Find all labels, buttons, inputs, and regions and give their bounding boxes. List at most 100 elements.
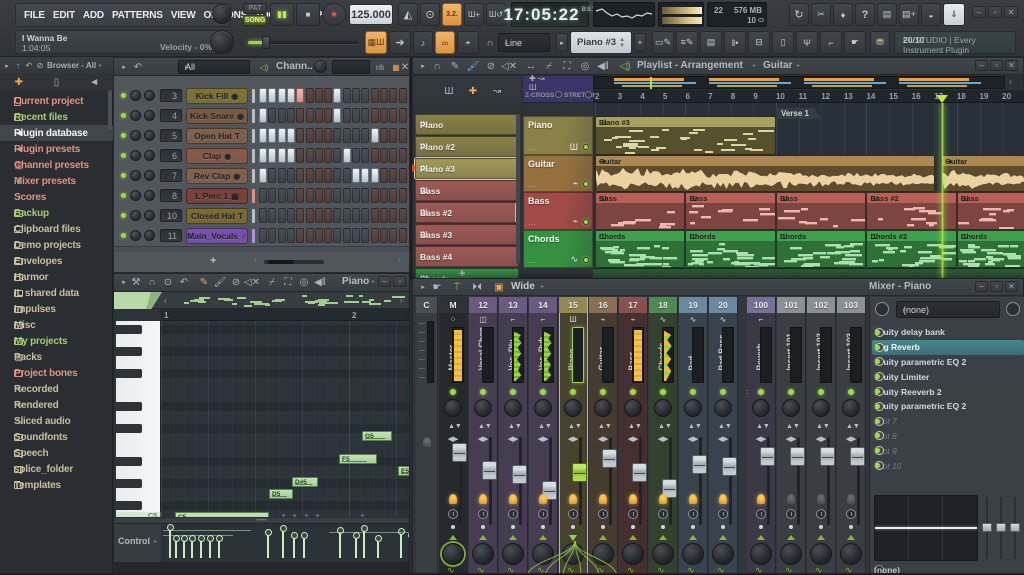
step-13[interactable] (371, 228, 379, 243)
step-5[interactable] (296, 148, 304, 163)
strip-clock-icon[interactable] (786, 509, 796, 519)
control-lane-label[interactable]: Control (118, 536, 150, 546)
browser-item-plugin-presets[interactable]: ◄Plugin presets (0, 141, 108, 157)
fader-track[interactable] (729, 437, 732, 525)
clip-piano-3[interactable]: ШPiano #3 (595, 116, 776, 155)
track-header-bass[interactable]: Bass…⌁ (523, 192, 593, 230)
channel-button[interactable]: Closed HatƬ (186, 208, 248, 224)
step-4[interactable] (287, 148, 295, 163)
fx-slot-5[interactable]: ▶Fruity Reeverb 2 (872, 384, 1024, 399)
shop-button[interactable]: ⛃ (870, 31, 890, 54)
step-12[interactable] (361, 148, 369, 163)
step-16[interactable] (399, 188, 407, 203)
mixer-panel-button[interactable]: ‖• (724, 31, 746, 54)
step-1[interactable] (259, 128, 267, 143)
strip-record-dot[interactable] (601, 525, 605, 529)
note-ds5[interactable]: D#5 (292, 477, 318, 487)
route-arrow[interactable] (719, 535, 727, 540)
step-8[interactable] (324, 228, 332, 243)
track-led[interactable] (583, 219, 589, 225)
step-12[interactable] (361, 228, 369, 243)
playlist-playback-icon[interactable]: ◀‖ (595, 59, 611, 73)
step-10[interactable] (343, 188, 351, 203)
route-arrow[interactable] (847, 535, 855, 540)
timeline-bar-9[interactable]: 9 (753, 92, 757, 101)
wait-for-input-button[interactable]: ⊙ (420, 3, 440, 26)
save-button[interactable]: ▤ (877, 3, 897, 26)
pr-pencil-icon[interactable]: ✎ (196, 275, 212, 289)
step-5[interactable] (296, 88, 304, 103)
pattern-mode-button[interactable]: PAT (243, 3, 267, 14)
velocity-stem[interactable] (339, 531, 341, 558)
step-9[interactable] (333, 88, 341, 103)
step-5[interactable] (296, 228, 304, 243)
note-d5[interactable]: D5 (269, 489, 293, 499)
mixer-minimize-button[interactable]: – (975, 281, 988, 292)
strip-eq-knob[interactable] (654, 399, 672, 417)
post-gain-knob[interactable] (875, 302, 889, 316)
picker-tab-patterns-icon[interactable]: Ш (441, 84, 457, 98)
step-7[interactable] (315, 208, 323, 223)
fx-enable-lamp[interactable] (569, 494, 577, 504)
step-6[interactable] (306, 148, 314, 163)
step-6[interactable] (306, 168, 314, 183)
step-9[interactable] (333, 168, 341, 183)
arrangement-grid[interactable]: Verse 1ШPiano #3⇥Guitar⇥GuitarШBassШBass… (593, 103, 1024, 279)
picker-item-bass-3[interactable]: ШBass #3 (415, 224, 519, 245)
volume-fader[interactable] (452, 443, 467, 462)
playlist-timeline[interactable]: 234567891011121314151617181920 (593, 90, 1024, 103)
strip-number[interactable]: 101 (777, 297, 805, 313)
browser-item-harmor[interactable]: Harmor (0, 269, 108, 285)
browser-item-recent-files[interactable]: Recent files (0, 109, 108, 125)
step-2[interactable] (268, 188, 276, 203)
strip-number[interactable]: 19 (679, 297, 707, 313)
browser-tab-plugins-icon[interactable]: ◄ (86, 75, 102, 89)
stereo-sep-control[interactable]: ▲▼ (478, 423, 488, 430)
browser-item-my-projects[interactable]: My projects (0, 333, 108, 349)
step-12[interactable] (361, 168, 369, 183)
step-6[interactable] (306, 108, 314, 123)
playlist-mute-icon[interactable]: ◁✕ (501, 59, 517, 73)
velocity-stem[interactable] (282, 529, 284, 558)
picker-scrollbar[interactable] (516, 114, 520, 264)
mixer-strip-vocal-chop[interactable]: 12◫Vocal Chop▲▼◀▶∿ (469, 297, 498, 574)
velocity-stem[interactable] (355, 536, 357, 558)
maximize-button[interactable]: ▫ (988, 6, 1002, 18)
menu-item-add[interactable]: ADD (83, 10, 104, 21)
piano-roll-grid[interactable]: G5F5E5D#5D5C5 (161, 321, 409, 517)
strip-clock-icon[interactable] (816, 509, 826, 519)
channel-enable-led[interactable] (121, 193, 126, 198)
step-7[interactable] (315, 228, 323, 243)
step-8[interactable] (324, 88, 332, 103)
step-12[interactable] (361, 208, 369, 223)
step-9[interactable] (333, 228, 341, 243)
strip-number[interactable]: 13 (499, 297, 527, 313)
strip-led[interactable] (510, 389, 516, 395)
browser-item-recorded[interactable]: ∿Recorded (0, 381, 108, 397)
strip-number[interactable]: 12 (469, 297, 497, 313)
browser-item-backup[interactable]: Backup (0, 205, 108, 221)
track-header-guitar[interactable]: Guitar…⌁ (523, 155, 593, 192)
mic-stand-icon-button[interactable]: ⌐ (820, 31, 842, 54)
volume-fader[interactable] (820, 447, 835, 466)
pr-undo-icon[interactable]: ↶ (176, 275, 192, 289)
step-16[interactable] (399, 88, 407, 103)
step-15[interactable] (389, 148, 397, 163)
cut-tool-button[interactable]: ✂ (811, 3, 831, 26)
timeline-bar-11[interactable]: 11 (799, 92, 807, 101)
channel-enable-led[interactable] (121, 153, 126, 158)
channel-volume-knob[interactable] (144, 150, 155, 161)
volume-fader[interactable] (512, 465, 527, 484)
control-lane[interactable] (161, 524, 409, 562)
browser-item-current-project[interactable]: Current project (0, 93, 108, 109)
clip-guitar[interactable]: ⇥Guitar (941, 155, 1024, 192)
project-info-button[interactable]: ▯ (772, 31, 794, 54)
step-12[interactable] (361, 108, 369, 123)
stretch-toggle[interactable] (585, 91, 592, 98)
score-edit-button[interactable]: ≡✎ (676, 31, 698, 54)
pr-slice-icon[interactable]: ⌿ (264, 275, 280, 289)
undo-button[interactable]: ↻ (789, 3, 809, 26)
time-display[interactable]: 17:05:22 BST (511, 2, 589, 27)
step-16[interactable] (399, 208, 407, 223)
route-arrow[interactable] (659, 535, 667, 540)
